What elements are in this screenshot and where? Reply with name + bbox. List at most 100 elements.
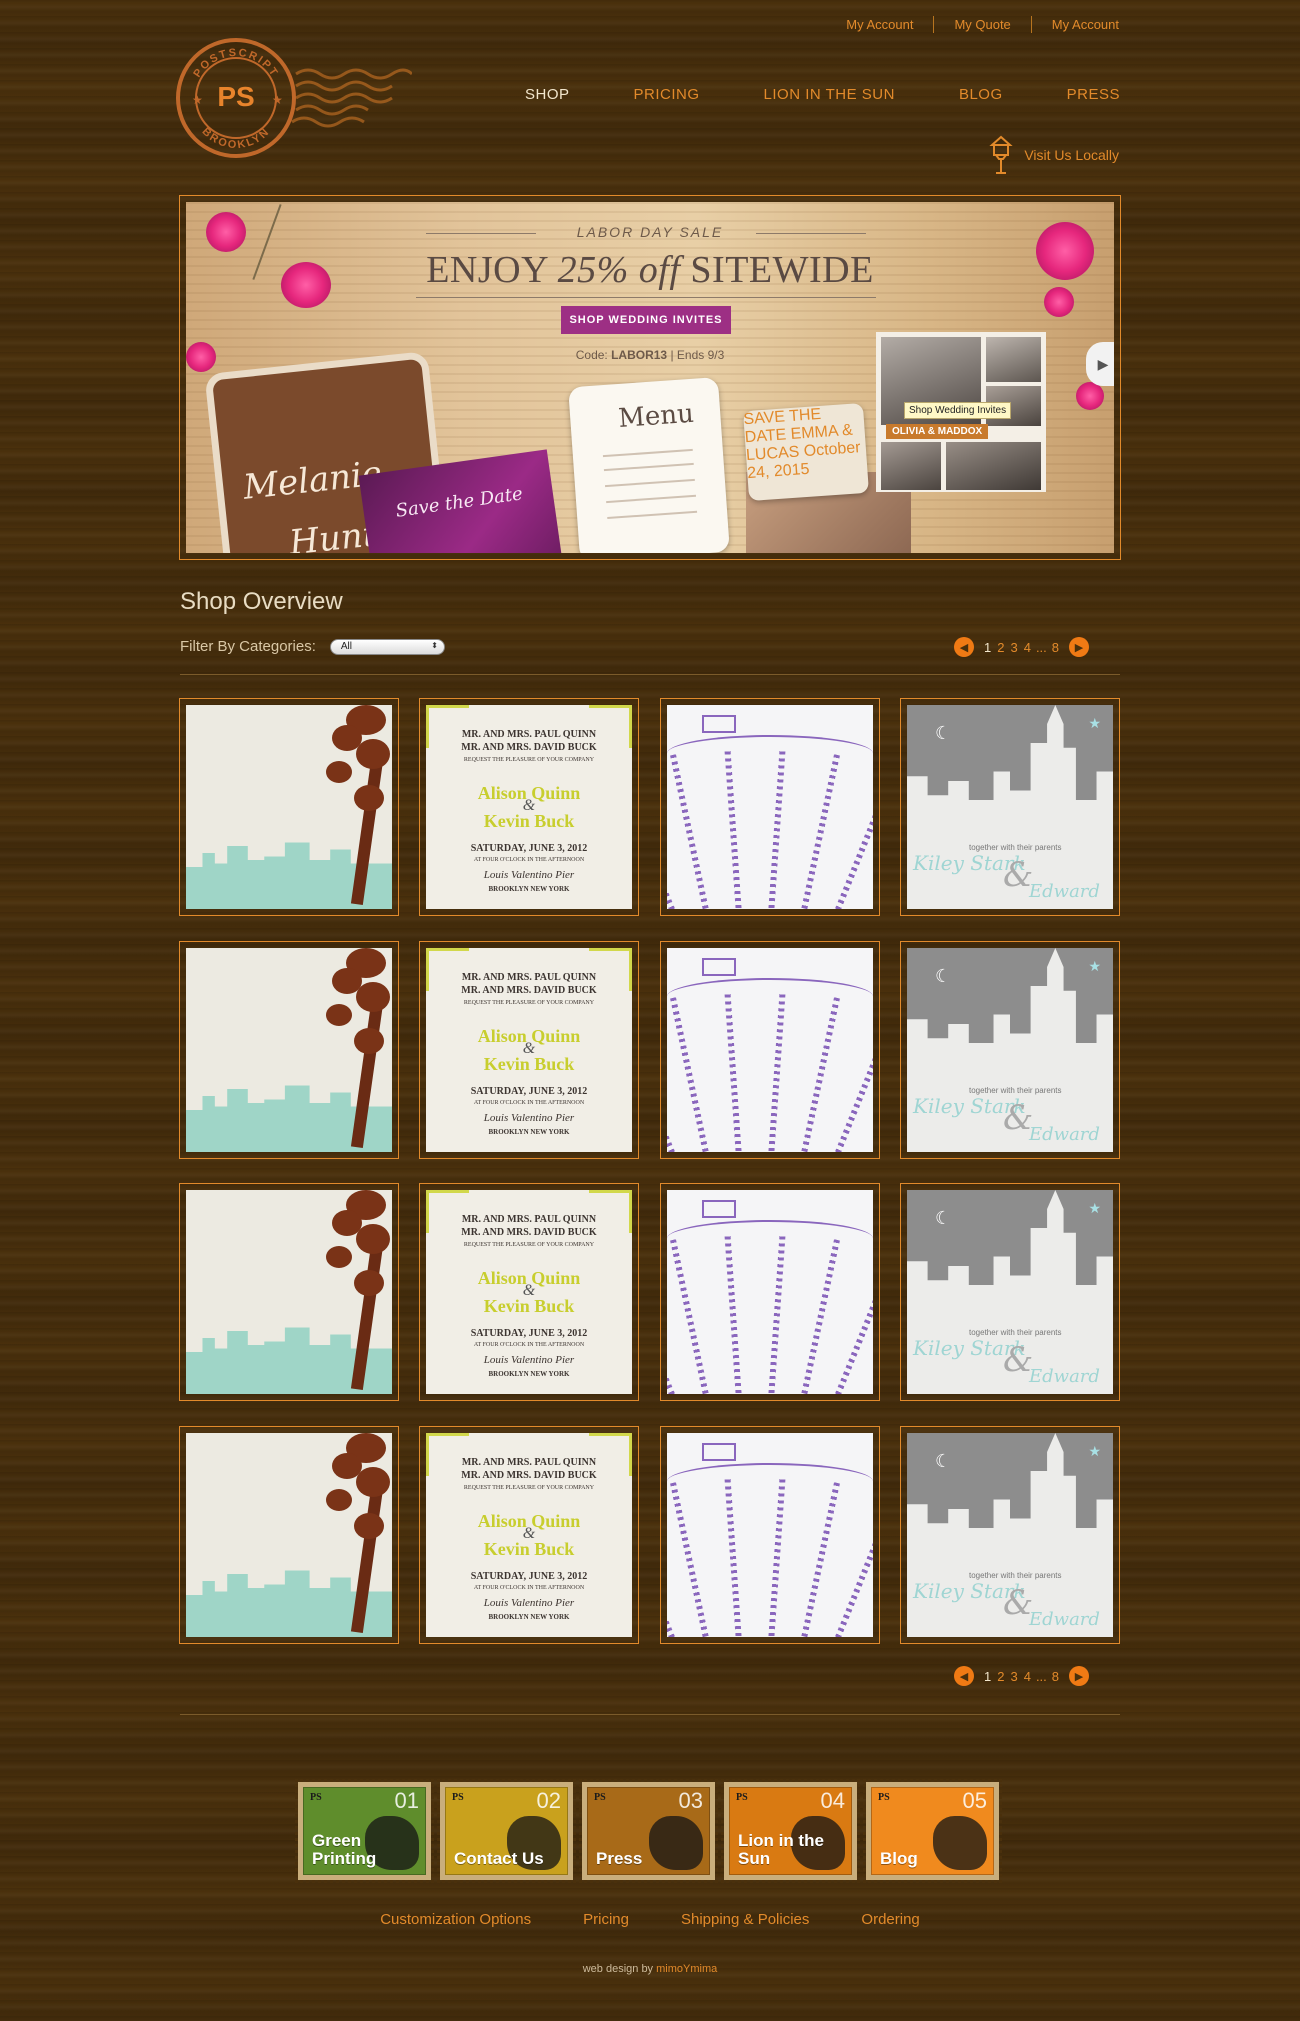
stamp-blog[interactable]: PS 05 Blog (863, 1779, 1002, 1883)
nav-pricing[interactable]: PRICING (634, 86, 700, 103)
divider (180, 674, 1120, 675)
visit-us-locally[interactable]: Visit Us Locally (988, 135, 1119, 175)
moon-icon: ☾ (935, 966, 952, 986)
tooltip: Shop Wedding Invites (904, 402, 1012, 419)
page-link[interactable]: 1 (984, 1669, 991, 1684)
menu-card: Menu (568, 376, 730, 553)
my-account-link-2[interactable]: My Account (1030, 16, 1119, 33)
select-arrows-icon: ⬍ (431, 640, 438, 650)
page-link[interactable]: 2 (997, 1669, 1004, 1684)
product-tile[interactable]: ☾ ★ together with their parents Kiley St… (900, 698, 1120, 916)
skyline-tree-invite-image (186, 1433, 392, 1637)
vineyard-invite-image (667, 705, 873, 909)
product-tile[interactable] (179, 941, 399, 1159)
category-select[interactable]: All ⬍ (329, 638, 445, 655)
prev-page-icon[interactable]: ◀ (954, 1666, 974, 1686)
sale-banner[interactable]: LABOR DAY SALE ENJOY 25% off SITEWIDE SH… (179, 195, 1121, 560)
page-link[interactable]: 3 (1010, 1669, 1017, 1684)
my-account-link[interactable]: My Account (826, 16, 933, 33)
skyline-tree-invite-image (186, 948, 392, 1152)
vineyard-invite-image (667, 1433, 873, 1637)
save-the-date-card: SAVE THE DATE EMMA & LUCAS October 24, 2… (743, 402, 869, 502)
star-icon: ★ (1088, 1443, 1101, 1459)
main-nav: SHOP PRICING LION IN THE SUN BLOG PRESS (461, 86, 1120, 103)
prev-page-icon[interactable]: ◀ (954, 637, 974, 657)
sale-headline: ENJOY 25% off SITEWIDE (426, 249, 874, 291)
product-tile[interactable] (179, 698, 399, 916)
product-tile[interactable] (179, 1183, 399, 1401)
product-tile[interactable]: MR. AND MRS. PAUL QUINN MR. AND MRS. DAV… (419, 1183, 639, 1401)
banner-next-arrow-icon[interactable]: ▶ (1086, 342, 1114, 386)
nav-press[interactable]: PRESS (1067, 86, 1120, 103)
stamp-face: PS 02 Contact Us (445, 1787, 568, 1875)
stamp-face: PS 01 Green Printing (303, 1787, 426, 1875)
quill-icon (933, 1816, 987, 1870)
stamp-lion-in-the-sun[interactable]: PS 04 Lion in the Sun (721, 1779, 860, 1883)
nav-blog[interactable]: BLOG (959, 86, 1003, 103)
product-tile[interactable]: MR. AND MRS. PAUL QUINN MR. AND MRS. DAV… (419, 698, 639, 916)
stamp-press[interactable]: PS 03 Press (579, 1779, 718, 1883)
quinn-buck-invite-image: MR. AND MRS. PAUL QUINN MR. AND MRS. DAV… (426, 705, 632, 909)
skyline-tree-invite-image (186, 705, 392, 909)
category-filter: Filter By Categories: All ⬍ (180, 638, 445, 655)
pagination-top: ◀ 1 2 3 4 ... 8 ▶ (954, 637, 1090, 657)
footer-link-pricing[interactable]: Pricing (583, 1911, 629, 1928)
nav-lion-in-the-sun[interactable]: LION IN THE SUN (764, 86, 895, 103)
credit-link[interactable]: mimoYmima (656, 1963, 717, 1975)
quinn-buck-invite-image: MR. AND MRS. PAUL QUINN MR. AND MRS. DAV… (426, 1433, 632, 1637)
shop-wedding-invites-button[interactable]: SHOP WEDDING INVITES (561, 306, 731, 334)
skyline-tree-invite-image (186, 1190, 392, 1394)
footer-link-shipping[interactable]: Shipping & Policies (681, 1911, 809, 1928)
star-icon: ★ (1088, 958, 1101, 974)
svg-text:★: ★ (272, 93, 283, 107)
next-page-icon[interactable]: ▶ (1069, 637, 1090, 657)
product-tile[interactable]: MR. AND MRS. PAUL QUINN MR. AND MRS. DAV… (419, 941, 639, 1159)
account-links: My Account My Quote My Account (826, 16, 1119, 33)
moon-icon: ☾ (935, 1208, 952, 1228)
city-skyline-invite-image: ☾ ★ together with their parents Kiley St… (907, 1190, 1113, 1394)
page-link[interactable]: 2 (997, 640, 1004, 655)
footer-link-customization[interactable]: Customization Options (380, 1911, 531, 1928)
page-link[interactable]: 3 (1010, 640, 1017, 655)
footer-link-ordering[interactable]: Ordering (861, 1911, 919, 1928)
city-skyline-invite-image: ☾ ★ together with their parents Kiley St… (907, 705, 1113, 909)
city-skyline-invite-image: ☾ ★ together with their parents Kiley St… (907, 948, 1113, 1152)
photo-collage: OLIVIA & MADDOX Shop Wedding Invites (876, 332, 1046, 492)
sale-kicker: LABOR DAY SALE (576, 224, 724, 240)
pagination-ellipsis: ... (1035, 1668, 1047, 1684)
footer-stamps: PS 01 Green Printing PS 02 Contact Us PS… (295, 1779, 1008, 1883)
postscript-brooklyn-logo[interactable]: PS POSTSCRIPT BROOKLYN ★ ★ (176, 34, 414, 164)
page-link[interactable]: 8 (1052, 1669, 1059, 1684)
next-page-icon[interactable]: ▶ (1069, 1666, 1090, 1686)
vineyard-invite-image (667, 1190, 873, 1394)
quinn-buck-invite-image: MR. AND MRS. PAUL QUINN MR. AND MRS. DAV… (426, 1190, 632, 1394)
divider (180, 1714, 1120, 1715)
product-tile[interactable]: ☾ ★ together with their parents Kiley St… (900, 941, 1120, 1159)
stamp-contact-us[interactable]: PS 02 Contact Us (437, 1779, 576, 1883)
product-tile[interactable]: ☾ ★ together with their parents Kiley St… (900, 1426, 1120, 1644)
page-link[interactable]: 4 (1024, 640, 1031, 655)
stamp-face: PS 05 Blog (871, 1787, 994, 1875)
nav-shop[interactable]: SHOP (525, 86, 570, 103)
logo-mono: PS (217, 81, 254, 112)
product-tile[interactable] (179, 1426, 399, 1644)
my-quote-link[interactable]: My Quote (933, 16, 1030, 33)
product-tile[interactable] (660, 941, 880, 1159)
stamp-green-printing[interactable]: PS 01 Green Printing (295, 1779, 434, 1883)
stamp-face: PS 04 Lion in the Sun (729, 1787, 852, 1875)
filter-label: Filter By Categories: (180, 638, 316, 655)
product-tile[interactable] (660, 1426, 880, 1644)
vineyard-invite-image (667, 948, 873, 1152)
stamp-face: PS 03 Press (587, 1787, 710, 1875)
page-link[interactable]: 8 (1052, 640, 1059, 655)
footer-links: Customization Options Pricing Shipping &… (0, 1911, 1300, 1928)
svg-text:★: ★ (192, 93, 203, 107)
svg-text:POSTSCRIPT: POSTSCRIPT (191, 47, 280, 80)
page-link[interactable]: 1 (984, 640, 991, 655)
product-tile[interactable]: ☾ ★ together with their parents Kiley St… (900, 1183, 1120, 1401)
product-tile[interactable] (660, 698, 880, 916)
product-tile[interactable] (660, 1183, 880, 1401)
page-link[interactable]: 4 (1024, 1669, 1031, 1684)
moon-icon: ☾ (935, 723, 952, 743)
product-tile[interactable]: MR. AND MRS. PAUL QUINN MR. AND MRS. DAV… (419, 1426, 639, 1644)
